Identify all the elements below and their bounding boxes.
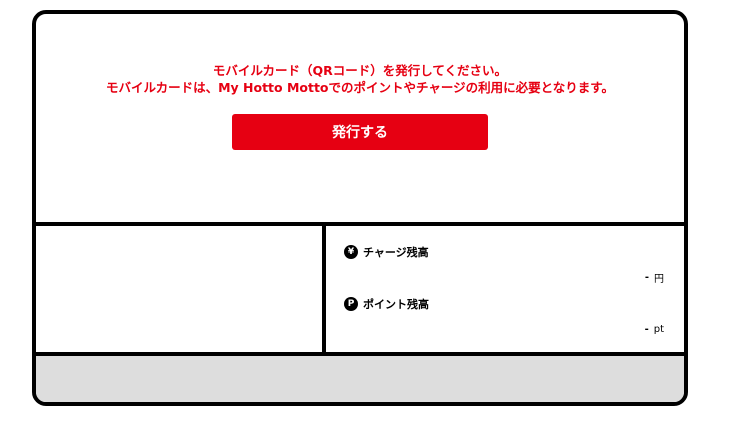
card-footer bbox=[36, 356, 684, 402]
point-balance-value: - bbox=[644, 324, 649, 335]
issue-message-line2: モバイルカードは、My Hotto Mottoでのポイントやチャージの利用に必要… bbox=[105, 80, 615, 95]
issue-message: モバイルカード（QRコード）を発行してください。 モバイルカードは、My Hot… bbox=[36, 62, 684, 96]
issue-message-line1: モバイルカード（QRコード）を発行してください。 bbox=[212, 63, 508, 78]
charge-balance-value: - bbox=[644, 272, 649, 283]
point-balance-value-row: - pt bbox=[645, 324, 664, 335]
yen-icon: ¥ bbox=[344, 245, 358, 259]
charge-balance-label-row: ¥ チャージ残高 bbox=[344, 244, 429, 260]
issue-section: モバイルカード（QRコード）を発行してください。 モバイルカードは、My Hot… bbox=[36, 14, 684, 226]
point-balance-unit: pt bbox=[653, 324, 664, 335]
balance-panel: ¥ チャージ残高 - 円 P ポイント残高 - pt bbox=[326, 226, 684, 352]
qr-code-area bbox=[36, 226, 326, 352]
charge-balance-value-row: - 円 bbox=[645, 270, 664, 285]
charge-balance-unit: 円 bbox=[654, 274, 664, 285]
charge-balance-label: チャージ残高 bbox=[363, 246, 429, 259]
point-balance-label-row: P ポイント残高 bbox=[344, 296, 429, 312]
issue-card-button[interactable]: 発行する bbox=[232, 114, 488, 150]
mobile-card-panel: モバイルカード（QRコード）を発行してください。 モバイルカードは、My Hot… bbox=[32, 10, 688, 406]
card-info-row: ¥ チャージ残高 - 円 P ポイント残高 - pt bbox=[36, 226, 684, 356]
point-icon: P bbox=[344, 297, 358, 311]
point-balance-label: ポイント残高 bbox=[363, 298, 429, 311]
